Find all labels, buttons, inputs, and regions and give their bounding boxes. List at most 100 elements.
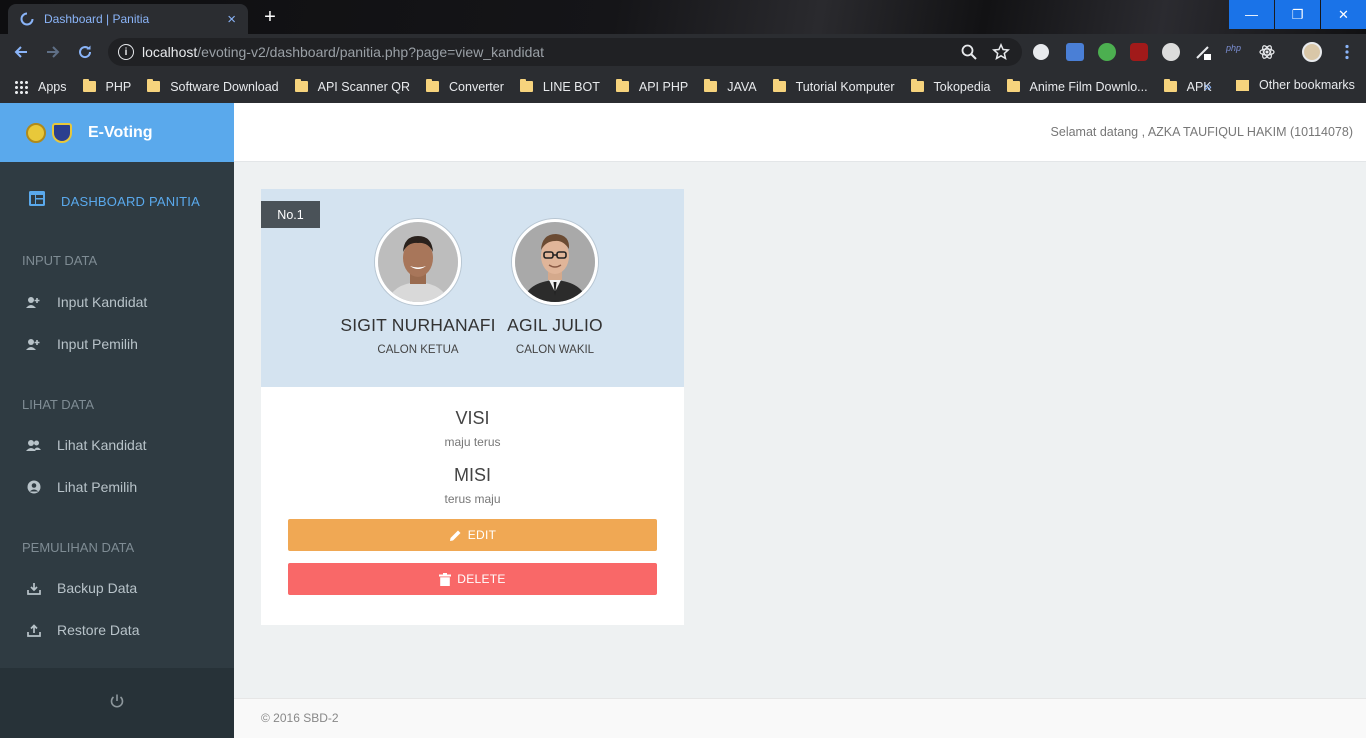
bookmark-folder[interactable]: Software Download bbox=[147, 79, 279, 94]
sidebar-item-restore[interactable]: Restore Data bbox=[0, 618, 234, 642]
sidebar-item-label: Restore Data bbox=[57, 622, 140, 638]
folder-icon bbox=[294, 79, 308, 92]
window-close-button[interactable]: ✕ bbox=[1321, 0, 1366, 29]
url-host: localhost bbox=[142, 44, 198, 60]
sidebar-item-label: Lihat Kandidat bbox=[57, 437, 147, 453]
add-user-icon bbox=[26, 337, 41, 352]
university-logo-icon bbox=[26, 122, 46, 143]
zoom-icon[interactable] bbox=[960, 43, 978, 61]
bookmark-apps[interactable]: Apps bbox=[14, 79, 67, 94]
bookmark-star-icon[interactable] bbox=[991, 42, 1011, 61]
folder-icon bbox=[519, 79, 533, 92]
sidebar-section-pemulihan: PEMULIHAN DATA bbox=[22, 540, 135, 555]
folder-icon bbox=[1236, 79, 1249, 91]
browser-tab-strip: Dashboard | Panitia × + — ❐ ✕ bbox=[0, 0, 1366, 34]
folder-icon bbox=[1163, 79, 1177, 92]
edit-button-label: EDIT bbox=[467, 528, 497, 542]
back-arrow-icon[interactable] bbox=[10, 41, 32, 63]
candidate-card: No.1 SIGIT NURHANAFI CALON KETUA AGIL JU… bbox=[261, 189, 684, 625]
reload-icon[interactable] bbox=[74, 41, 96, 63]
extension-react-icon[interactable] bbox=[1258, 43, 1276, 61]
sidebar-item-dashboard[interactable]: DASHBOARD PANITIA bbox=[0, 189, 234, 213]
bookmark-folder[interactable]: LINE BOT bbox=[519, 79, 600, 94]
apps-grid-icon bbox=[14, 79, 28, 94]
sidebar-item-label: Lihat Pemilih bbox=[57, 479, 138, 495]
trash-icon bbox=[439, 572, 452, 586]
sidebar-item-lihat-pemilih[interactable]: Lihat Pemilih bbox=[0, 475, 234, 499]
extension-pen-icon[interactable] bbox=[1194, 43, 1212, 61]
folder-icon bbox=[147, 79, 161, 92]
ketua-avatar bbox=[375, 219, 461, 305]
sidebar-item-label: Backup Data bbox=[57, 580, 138, 596]
browser-toolbar: i localhost /evoting-v2/dashboard/paniti… bbox=[0, 34, 1366, 70]
sidebar-item-label: Input Pemilih bbox=[57, 336, 138, 352]
tab-title: Dashboard | Panitia bbox=[44, 12, 150, 26]
browser-tab[interactable]: Dashboard | Panitia × bbox=[8, 4, 248, 34]
forward-arrow-icon[interactable] bbox=[42, 41, 64, 63]
extension-globe-icon[interactable] bbox=[1033, 44, 1049, 60]
candidate-wakil: AGIL JULIO CALON WAKIL bbox=[465, 219, 645, 356]
download-icon bbox=[26, 581, 41, 596]
extension-translate-icon[interactable] bbox=[1066, 43, 1084, 61]
bookmark-folder[interactable]: Converter bbox=[426, 79, 504, 94]
extension-green-icon[interactable] bbox=[1098, 43, 1116, 61]
folder-icon bbox=[426, 79, 440, 92]
top-header: Selamat datang , AZKA TAUFIQUL HAKIM (10… bbox=[234, 103, 1366, 162]
wakil-role: CALON WAKIL bbox=[515, 344, 595, 356]
window-minimize-button[interactable]: — bbox=[1229, 0, 1274, 29]
bookmark-folder[interactable]: Tokopedia bbox=[910, 79, 991, 94]
extension-ublock-icon[interactable] bbox=[1130, 43, 1148, 61]
loading-icon bbox=[20, 12, 34, 26]
pencil-icon bbox=[449, 529, 462, 542]
tab-close-icon[interactable]: × bbox=[227, 12, 236, 27]
sidebar-item-backup[interactable]: Backup Data bbox=[0, 576, 234, 600]
other-bookmarks[interactable]: Other bookmarks bbox=[1236, 78, 1355, 92]
sidebar-section-lihat: LIHAT DATA bbox=[22, 397, 94, 412]
bookmark-folder[interactable]: Anime Film Downlo... bbox=[1006, 79, 1148, 94]
visi-title: VISI bbox=[455, 408, 490, 428]
profile-avatar[interactable] bbox=[1302, 42, 1322, 62]
add-user-icon bbox=[26, 295, 41, 310]
bookmark-folder[interactable]: Tutorial Komputer bbox=[772, 79, 895, 94]
brand-header[interactable]: E-Voting bbox=[0, 103, 234, 162]
folder-icon bbox=[910, 79, 924, 92]
bookmarks-bar: Apps PHP Software Download API Scanner Q… bbox=[0, 70, 1366, 103]
page-footer: © 2016 SBD-2 bbox=[234, 698, 1366, 738]
folder-icon bbox=[1006, 79, 1020, 92]
folder-icon bbox=[82, 79, 96, 92]
site-info-icon[interactable]: i bbox=[118, 44, 134, 60]
extension-world-icon[interactable] bbox=[1162, 43, 1180, 61]
sidebar-item-lihat-kandidat[interactable]: Lihat Kandidat bbox=[0, 433, 234, 457]
delete-button[interactable]: DELETE bbox=[288, 563, 657, 595]
wakil-avatar bbox=[512, 219, 598, 305]
delete-button-label: DELETE bbox=[457, 572, 506, 586]
power-icon[interactable] bbox=[109, 693, 125, 714]
address-bar[interactable]: i localhost /evoting-v2/dashboard/paniti… bbox=[108, 38, 1022, 66]
users-icon bbox=[26, 438, 41, 453]
bookmark-folder[interactable]: PHP bbox=[82, 79, 131, 94]
sidebar: E-Voting DASHBOARD PANITIA INPUT DATA In… bbox=[0, 103, 234, 738]
sidebar-item-label: DASHBOARD PANITIA bbox=[61, 193, 200, 209]
folder-icon bbox=[704, 79, 718, 92]
extension-php-icon[interactable]: php bbox=[1226, 43, 1244, 61]
bookmark-folder[interactable]: API Scanner QR bbox=[294, 79, 410, 94]
bookmarks-overflow-button[interactable]: » bbox=[1204, 78, 1212, 94]
misi-text: terus maju bbox=[444, 492, 501, 506]
sidebar-item-input-pemilih[interactable]: Input Pemilih bbox=[0, 332, 234, 356]
wakil-name: AGIL JULIO bbox=[507, 315, 603, 335]
browser-menu-icon[interactable] bbox=[1338, 43, 1356, 61]
bookmark-folder[interactable]: API PHP bbox=[615, 79, 688, 94]
sidebar-item-input-kandidat[interactable]: Input Kandidat bbox=[0, 290, 234, 314]
bookmark-folder[interactable]: JAVA bbox=[704, 79, 757, 94]
edit-button[interactable]: EDIT bbox=[288, 519, 657, 551]
window-restore-button[interactable]: ❐ bbox=[1275, 0, 1320, 29]
new-tab-button[interactable]: + bbox=[258, 4, 282, 30]
sidebar-item-label: Input Kandidat bbox=[57, 294, 148, 310]
user-circle-icon bbox=[26, 480, 41, 495]
copyright-text: © 2016 SBD-2 bbox=[261, 711, 339, 725]
upload-icon bbox=[26, 623, 41, 638]
sidebar-footer bbox=[0, 668, 234, 738]
visi-text: maju terus bbox=[444, 435, 501, 449]
dashboard-icon bbox=[29, 191, 45, 211]
candidate-number-badge: No.1 bbox=[261, 201, 320, 228]
